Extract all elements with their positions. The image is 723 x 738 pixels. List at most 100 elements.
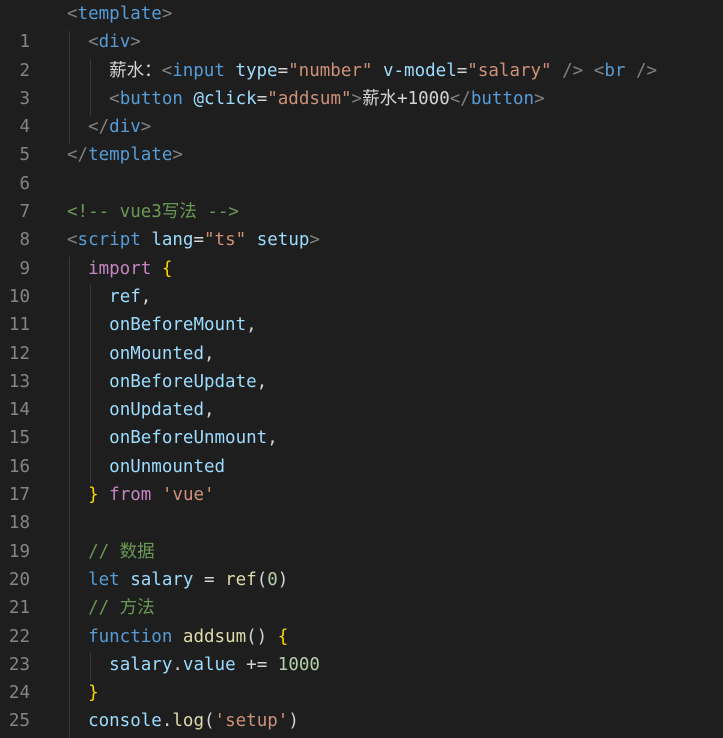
attr-name: @click (193, 88, 257, 109)
comma: , (203, 343, 215, 364)
code-editor[interactable]: 1 <template> 2 <div> 3 薪水：<input type="n… (0, 0, 723, 738)
code-line-20[interactable]: 20 // 数据 (0, 538, 723, 590)
code-line-26[interactable]: 26 console.log('setup') (0, 707, 723, 735)
paren: ) (277, 569, 289, 590)
brace: { (277, 626, 289, 647)
code-line-11[interactable]: 11 ref, (0, 283, 723, 335)
brace: } (88, 485, 99, 506)
self-close: /> (562, 60, 584, 81)
function-call: log (172, 711, 204, 732)
code-line-21[interactable]: 21 let salary = ref(0) (0, 566, 723, 618)
tag-close-bracket: > (309, 230, 320, 251)
code-line-19[interactable]: 19 (0, 509, 723, 562)
code-line-7[interactable]: 7 (0, 170, 723, 222)
code-line-1[interactable]: 1 <template> (0, 0, 723, 52)
attr-value: "salary" (467, 60, 552, 81)
identifier: onBeforeUnmount (109, 428, 268, 449)
attr-name: type (235, 60, 278, 81)
code-line-9[interactable]: 9 <script lang="ts" setup> (0, 226, 723, 278)
tag-name: template (88, 145, 173, 166)
identifier: onBeforeUpdate (109, 371, 257, 392)
code-line-24[interactable]: 24 salary.value += 1000 (0, 651, 723, 703)
line-code: onMounted, (67, 340, 215, 368)
comma: , (256, 371, 268, 392)
text-content: 薪水： (109, 60, 162, 81)
paren: ( (256, 569, 268, 590)
attr-equals: = (193, 230, 205, 251)
text-content: 薪水+1000 (362, 88, 450, 109)
comma: , (246, 315, 257, 336)
keyword: from (109, 485, 152, 506)
tag-close-bracket: > (140, 117, 152, 138)
tag-open-bracket: < (67, 4, 78, 24)
attr-name: v-model (382, 60, 457, 81)
line-code: </template> (67, 141, 183, 169)
tag-close-bracket: > (161, 4, 173, 24)
tag-name: button (119, 88, 183, 109)
attr-equals: = (277, 60, 289, 81)
tag-open-bracket: < (67, 230, 78, 251)
function-call: ref (225, 569, 257, 590)
comma: , (203, 400, 215, 421)
code-line-16[interactable]: 16 onBeforeUnmount, (0, 424, 723, 476)
line-code: <template> (67, 0, 172, 28)
code-line-22[interactable]: 22 // 方法 (0, 594, 723, 646)
tag-name: br (604, 60, 626, 81)
paren: ) (288, 711, 299, 732)
line-comment: // 数据 (88, 541, 155, 562)
line-code: onUnmounted (67, 453, 225, 481)
self-close: /> (635, 60, 658, 81)
keyword: import (88, 258, 152, 279)
string-literal: 'vue' (161, 485, 215, 506)
code-line-17[interactable]: 17 onUnmounted (0, 453, 723, 505)
operator: = (204, 569, 215, 590)
dot: . (161, 711, 173, 732)
identifier: onBeforeMount (109, 315, 247, 336)
line-code: ref, (67, 283, 151, 311)
tag-close-bracket: > (130, 32, 141, 53)
function-name: addsum (182, 626, 247, 647)
dot: . (172, 654, 183, 675)
line-code: } from 'vue' (67, 481, 215, 509)
tag-close-bracket: > (172, 145, 183, 166)
code-line-3[interactable]: 3 薪水：<input type="number" v-model="salar… (0, 57, 723, 109)
code-line-2[interactable]: 2 <div> (0, 28, 723, 80)
line-code: onUpdated, (67, 396, 215, 424)
code-line-13[interactable]: 13 onMounted, (0, 340, 723, 392)
property: value (182, 654, 236, 675)
line-code: <div> (67, 28, 141, 56)
operator: += (246, 654, 268, 675)
line-code: onBeforeUnmount, (67, 424, 278, 452)
tag-open-bracket: < (593, 60, 605, 81)
end-tag-open: </ (67, 145, 89, 166)
identifier: onUpdated (109, 400, 204, 421)
line-code: } (67, 679, 99, 707)
html-comment: <!-- vue3写法 --> (67, 202, 239, 223)
attr-name: setup (256, 230, 310, 251)
code-line-14[interactable]: 14 onBeforeUpdate, (0, 368, 723, 420)
code-line-15[interactable]: 15 onUpdated, (0, 396, 723, 448)
code-line-8[interactable]: 8 <!-- vue3写法 --> (0, 198, 723, 250)
end-tag-open: </ (88, 117, 110, 138)
line-code: <!-- vue3写法 --> (67, 198, 239, 226)
code-line-23[interactable]: 23 function addsum() { (0, 623, 723, 675)
code-line-18[interactable]: 18 } from 'vue' (0, 481, 723, 533)
code-line-25[interactable]: 25 } (0, 679, 723, 731)
code-line-6[interactable]: 6 </template> (0, 141, 723, 193)
tag-open-bracket: < (161, 60, 173, 81)
attr-value: "number" (288, 60, 373, 81)
end-tag-open: </ (449, 88, 471, 109)
comma: , (140, 286, 152, 307)
code-line-12[interactable]: 12 onBeforeMount, (0, 311, 723, 363)
tag-name: input (172, 60, 225, 81)
tag-close-bracket: > (351, 88, 363, 109)
code-line-4[interactable]: 4 <button @click="addsum">薪水+1000</butto… (0, 85, 723, 137)
comma: , (267, 428, 278, 449)
tag-close-bracket: > (534, 88, 545, 109)
line-code: function addsum() { (67, 623, 288, 651)
code-line-10[interactable]: 10 import { (0, 255, 723, 307)
identifier: salary (109, 654, 173, 675)
code-line-5[interactable]: 5 </div> (0, 113, 723, 165)
attr-equals: = (456, 60, 468, 81)
line-code: let salary = ref(0) (67, 566, 288, 594)
